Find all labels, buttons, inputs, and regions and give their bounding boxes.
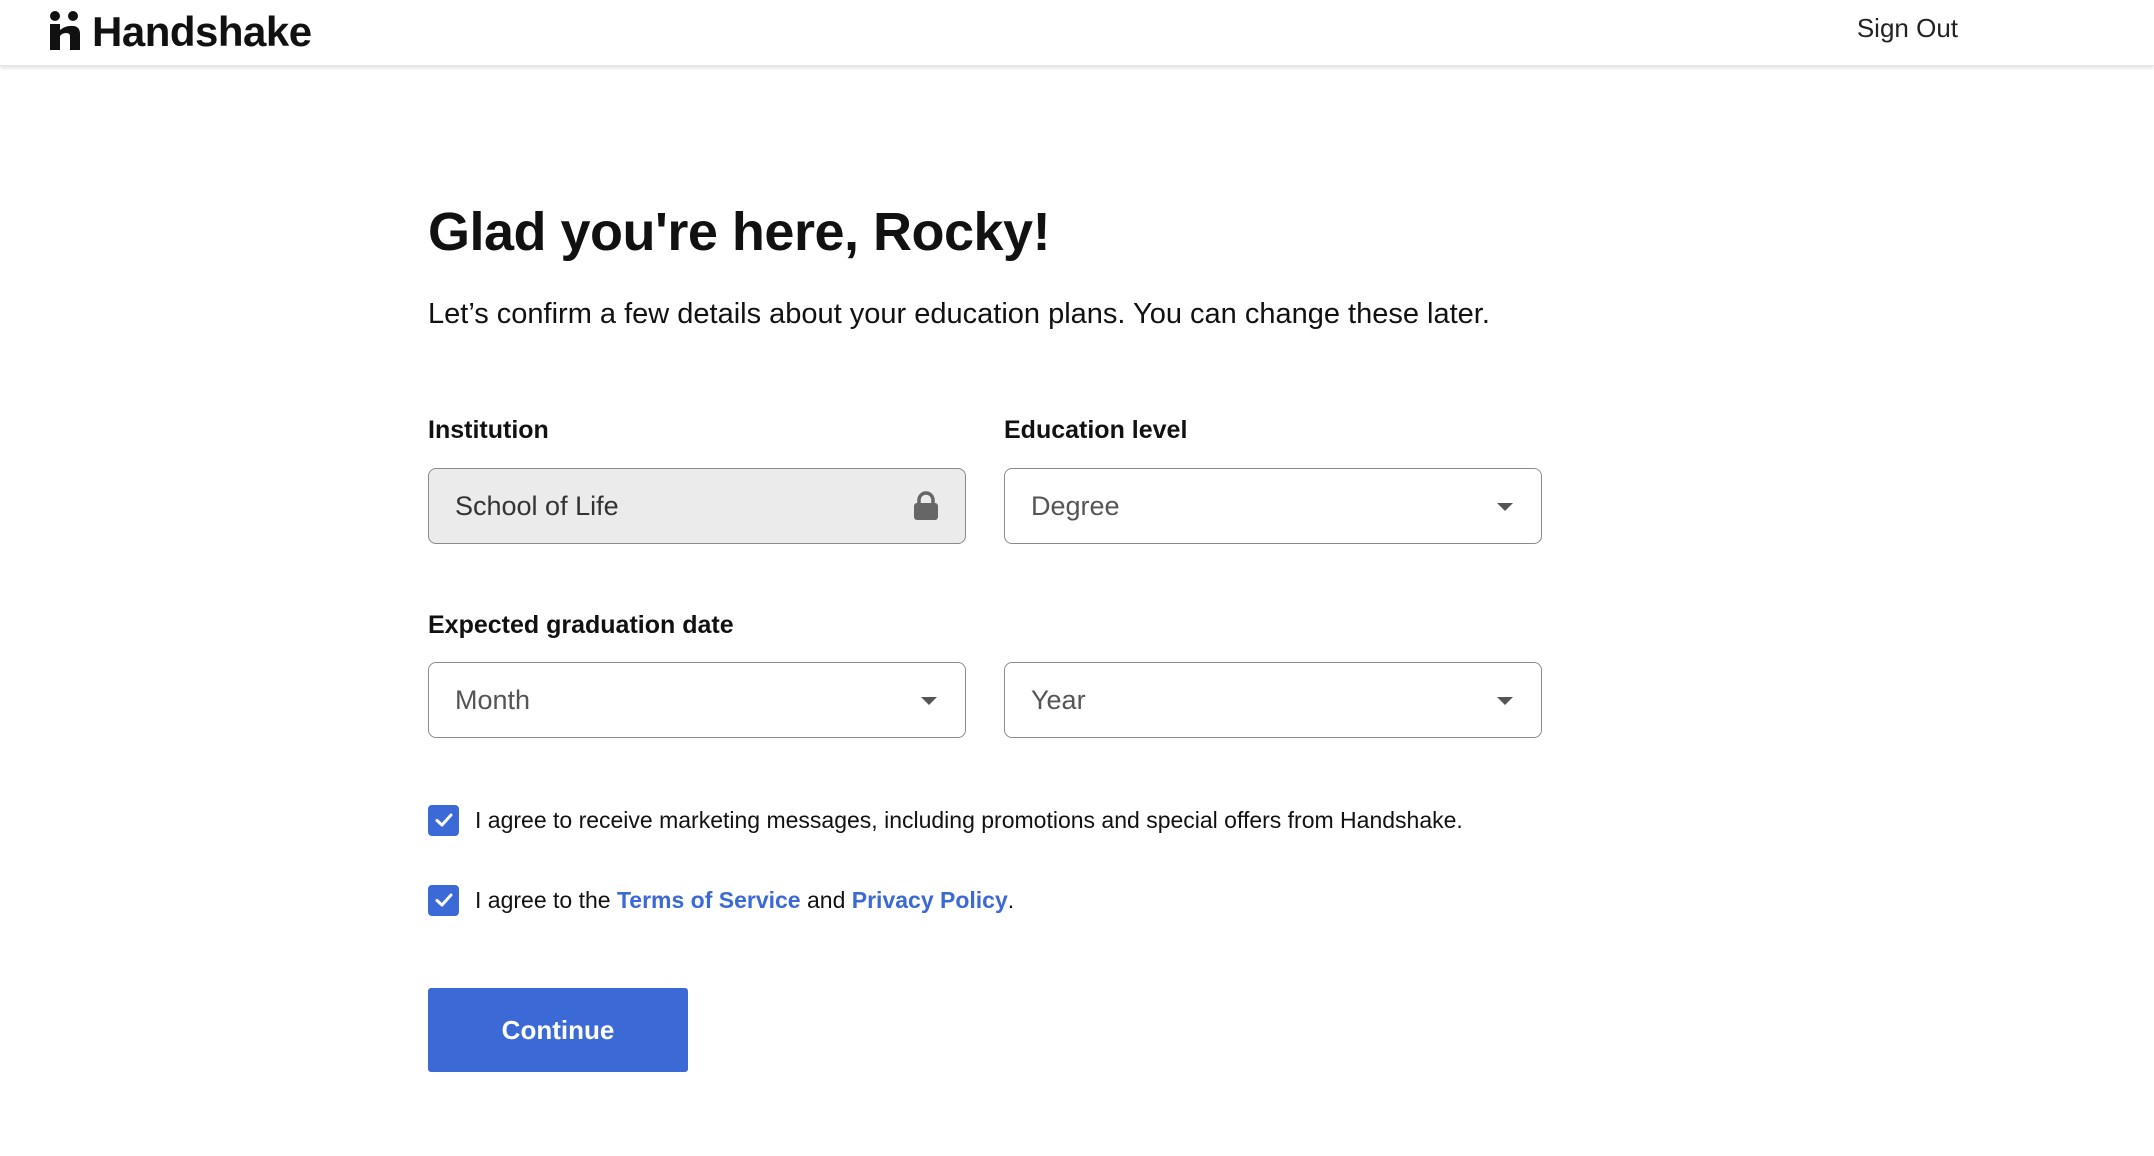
month-placeholder: Month (455, 685, 531, 715)
privacy-policy-link[interactable]: Privacy Policy (852, 887, 1008, 913)
page-title: Glad you're here, Rocky! (428, 202, 1051, 262)
year-placeholder: Year (1031, 685, 1086, 715)
education-fields-row: School of Life Degree (428, 468, 1542, 544)
graduation-year-select[interactable]: Year (1004, 662, 1542, 738)
checkmark-icon (435, 813, 452, 827)
terms-prefix: I agree to the (475, 887, 617, 913)
lock-icon (914, 491, 938, 520)
institution-field: School of Life (428, 468, 966, 544)
handshake-logo-icon (50, 11, 80, 50)
education-level-label: Education level (1004, 416, 1188, 444)
continue-button[interactable]: Continue (428, 988, 688, 1072)
terms-middle: and (800, 887, 852, 913)
terms-consent-checkbox[interactable] (428, 884, 459, 916)
education-level-placeholder: Degree (1031, 491, 1120, 521)
sign-out-link[interactable]: Sign Out (1857, 12, 1958, 44)
marketing-consent-row: I agree to receive marketing messages, i… (428, 804, 1463, 836)
logo-text: Handshake (92, 8, 312, 55)
page-subtitle: Let’s confirm a few details about your e… (428, 298, 1490, 330)
graduation-month-select[interactable]: Month (428, 662, 966, 738)
terms-consent-text: I agree to the Terms of Service and Priv… (475, 884, 1014, 916)
institution-value: School of Life (455, 491, 619, 521)
checkmark-icon (435, 893, 452, 907)
graduation-label-row: Expected graduation date (428, 607, 1128, 643)
marketing-consent-checkbox[interactable] (428, 804, 459, 836)
chevron-down-icon (1497, 697, 1513, 705)
terms-of-service-link[interactable]: Terms of Service (617, 887, 801, 913)
top-header: Handshake Sign Out (0, 0, 2154, 66)
terms-suffix: . (1007, 887, 1015, 913)
marketing-consent-text: I agree to receive marketing messages, i… (475, 807, 1463, 833)
institution-label: Institution (428, 416, 549, 444)
graduation-date-label: Expected graduation date (428, 611, 734, 639)
education-labels-row: Institution Education level (428, 412, 1542, 448)
onboarding-form: Glad you're here, Rocky! Let’s confirm a… (428, 190, 1548, 1072)
chevron-down-icon (1497, 503, 1513, 511)
handshake-logo[interactable]: Handshake (48, 8, 312, 56)
chevron-down-icon (921, 697, 937, 705)
terms-consent-row: I agree to the Terms of Service and Priv… (428, 884, 1014, 916)
graduation-fields-row: Month Year (428, 662, 1542, 738)
education-level-select[interactable]: Degree (1004, 468, 1542, 544)
